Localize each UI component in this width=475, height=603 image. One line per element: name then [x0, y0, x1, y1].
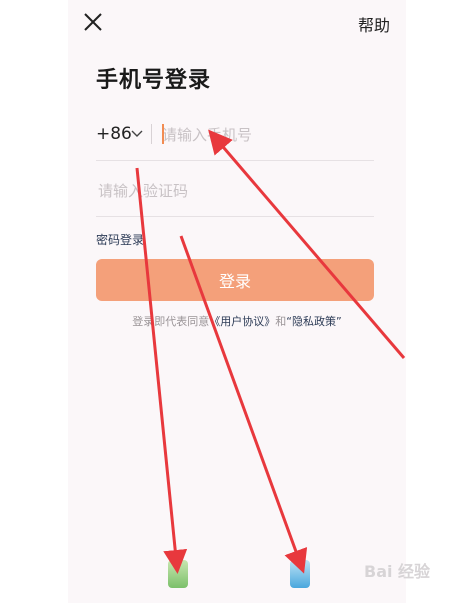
privacy-policy-link[interactable]: “隐私政策” [286, 315, 341, 328]
password-login-link[interactable]: 密码登录 [96, 231, 144, 248]
help-link[interactable]: 帮助 [358, 12, 390, 36]
phone-field-row: +86 [96, 110, 374, 161]
close-icon[interactable] [82, 11, 104, 33]
other-login-icon[interactable] [290, 560, 310, 588]
phone-number-input[interactable] [160, 120, 374, 150]
agreement-prefix: 登录即代表同意 [132, 315, 210, 328]
code-field-row [96, 166, 374, 217]
text-caret [162, 124, 164, 144]
user-agreement-link[interactable]: 《用户协议》 [209, 315, 275, 328]
login-screen: 帮助 手机号登录 +86 密码登录 登录 登录即代表同意《用户协议》和“隐私政策… [68, 0, 406, 603]
chevron-down-icon[interactable] [131, 129, 143, 139]
login-button[interactable]: 登录 [96, 259, 374, 301]
watermark: Bai 经验 [364, 562, 431, 581]
top-bar: 帮助 [68, 0, 406, 44]
agreement-text: 登录即代表同意《用户协议》和“隐私政策” [68, 313, 406, 329]
agreement-conjunction: 和 [275, 315, 287, 328]
country-code-selector[interactable]: +86 [96, 124, 132, 144]
verification-code-input[interactable] [96, 176, 370, 206]
field-divider [151, 124, 152, 144]
wechat-login-icon[interactable] [168, 560, 188, 588]
page-title: 手机号登录 [96, 68, 212, 93]
